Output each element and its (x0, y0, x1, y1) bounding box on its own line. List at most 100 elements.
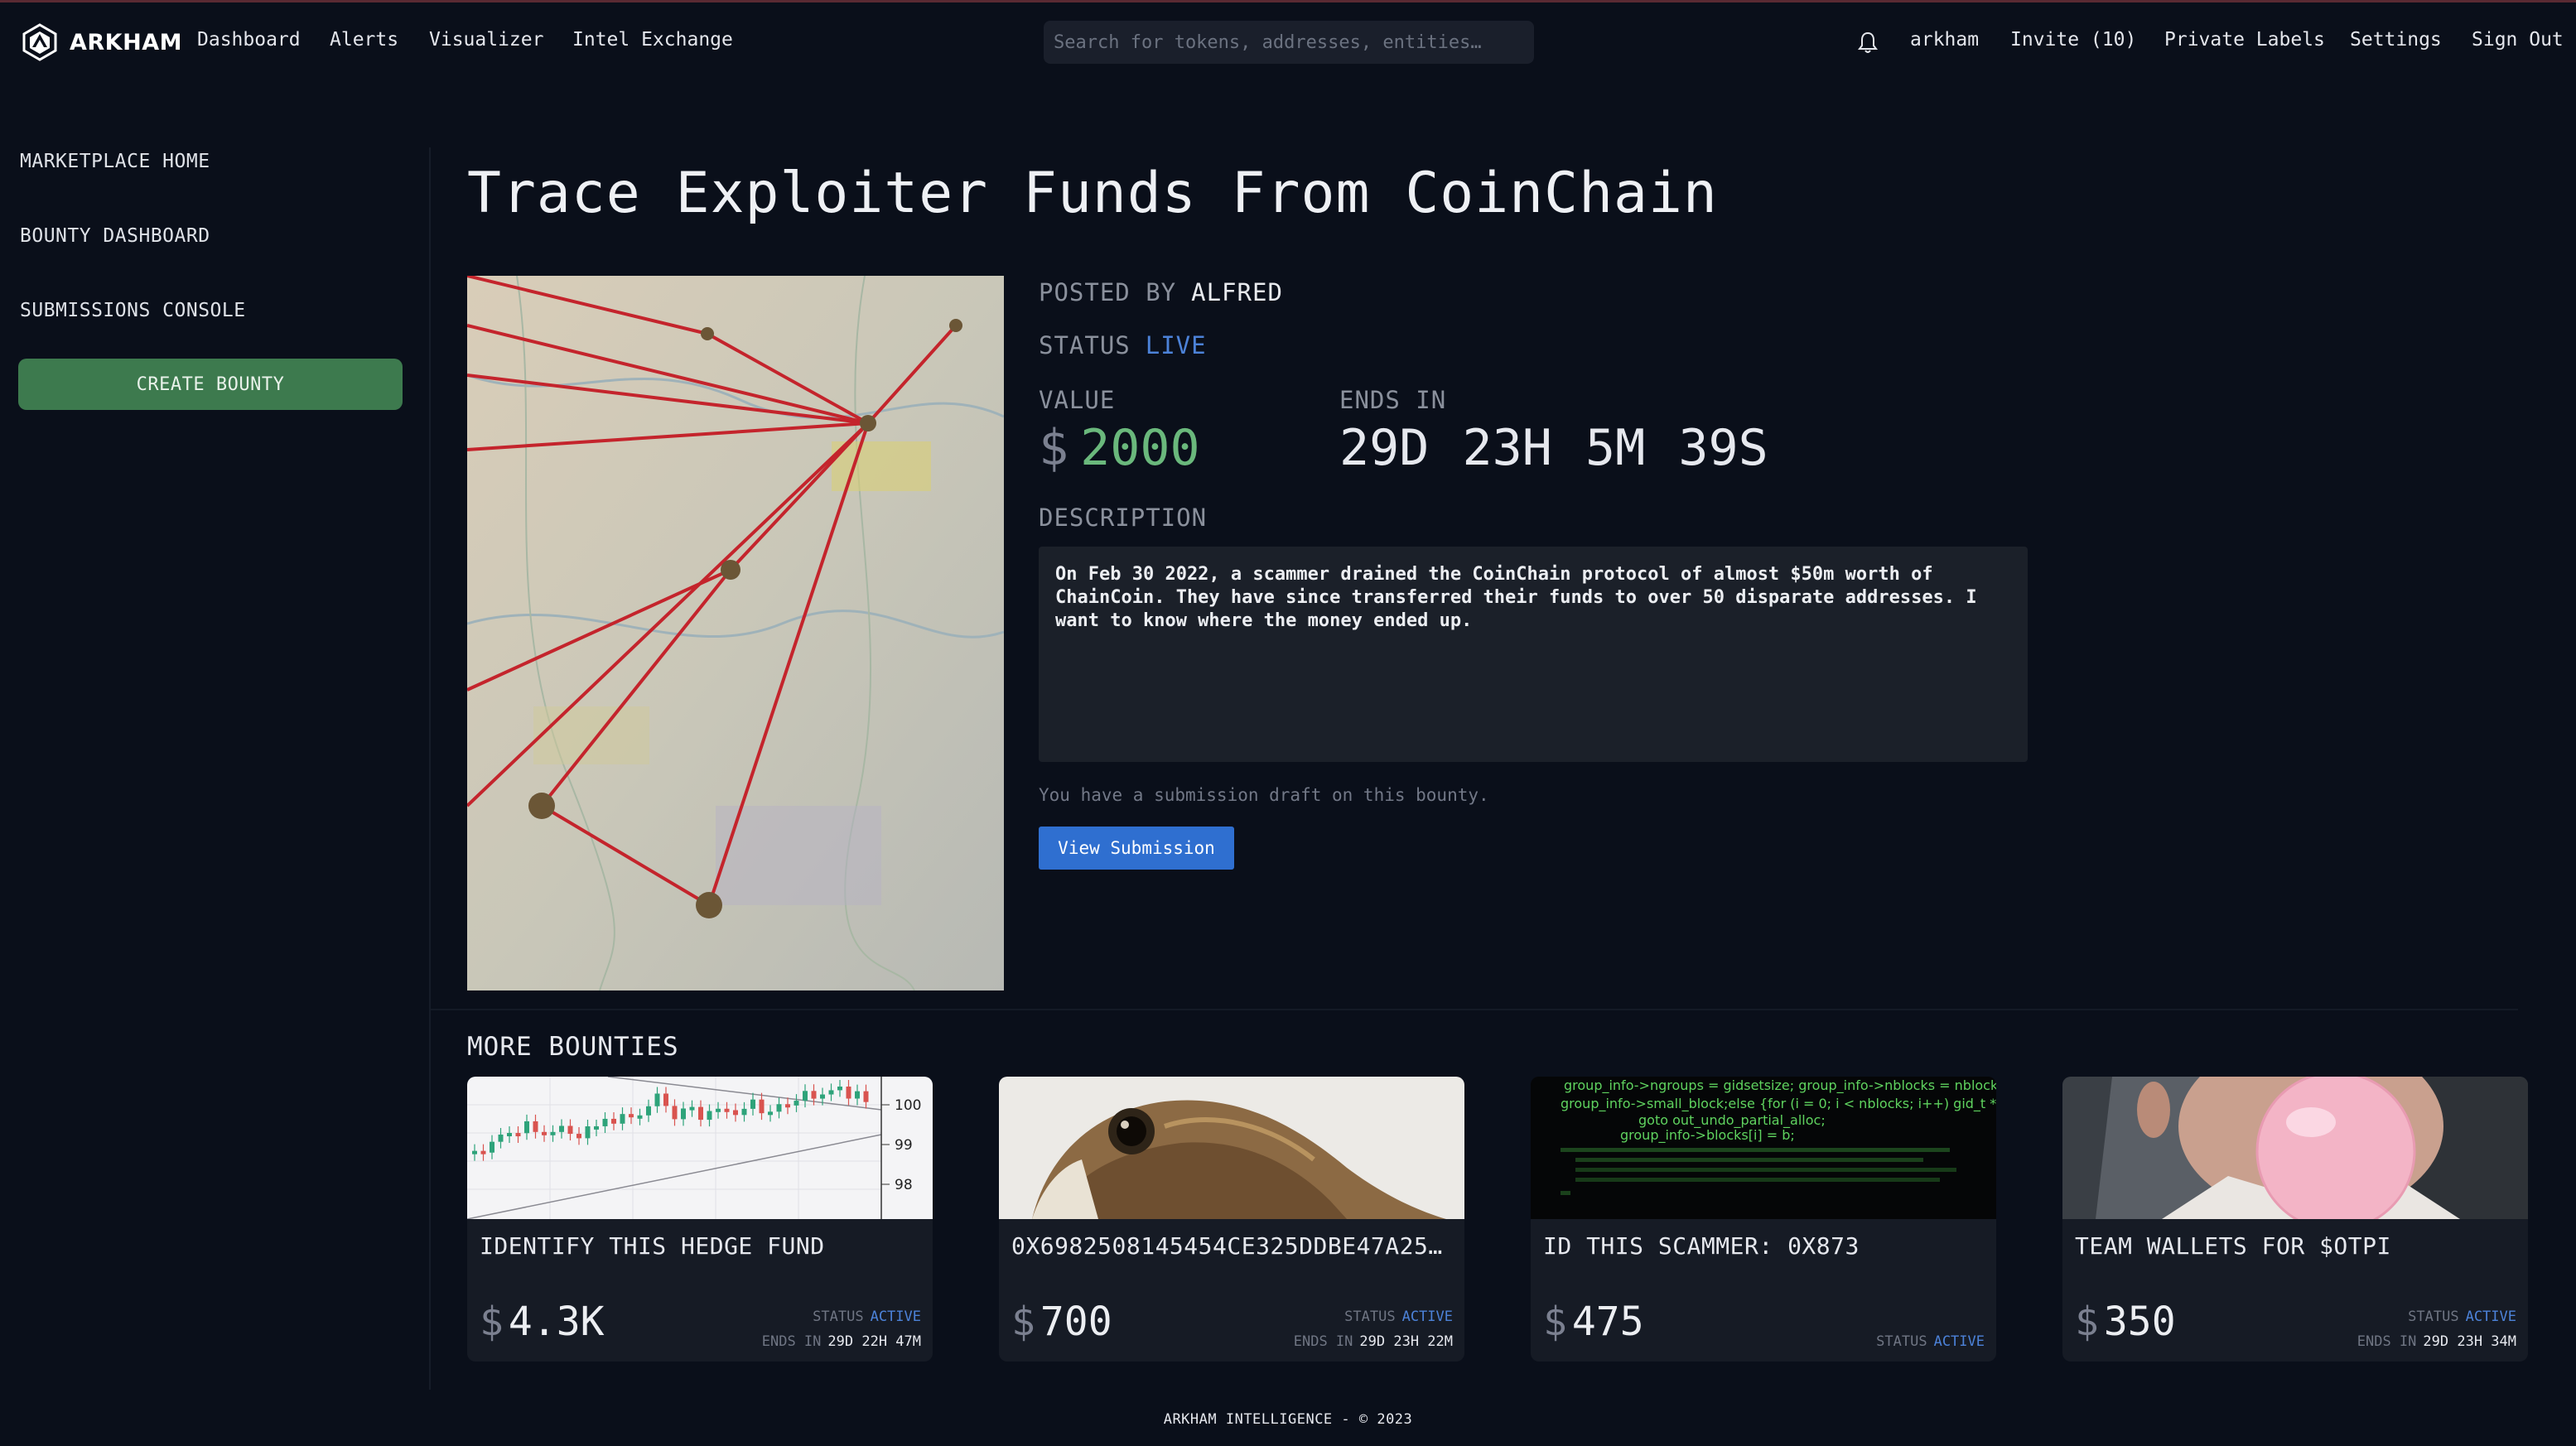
candle-body (820, 1094, 825, 1099)
candle-body (724, 1108, 730, 1112)
chart-tick-98: 98 (895, 1177, 913, 1193)
candle-body (550, 1131, 556, 1135)
brand-name: ARKHAM (70, 29, 182, 55)
bounty-value: $2000 (1039, 419, 1200, 477)
candle-body (689, 1106, 695, 1111)
card-ends-value: 29D 22H 47M (827, 1333, 921, 1350)
candle-body (681, 1108, 686, 1120)
card-status: STATUS ACTIVE (1344, 1309, 1453, 1325)
footer-copyright: ARKHAM INTELLIGENCE - © 2023 (1163, 1411, 1413, 1428)
bounty-card-hedge-fund[interactable]: 100 99 98 IDENTIFY THIS HEDGE FUND $4.3K… (467, 1077, 933, 1362)
card-value: 475 (1571, 1299, 1644, 1345)
candle-body (707, 1111, 712, 1121)
nav-visualizer[interactable]: Visualizer (429, 29, 543, 51)
view-submission-button[interactable]: View Submission (1039, 827, 1234, 870)
card-status: STATUS ACTIVE (1876, 1333, 1985, 1350)
nav-settings[interactable]: Settings (2350, 29, 2442, 51)
candle-body (507, 1133, 512, 1137)
candle-body (654, 1093, 660, 1106)
nav-alerts[interactable]: Alerts (330, 29, 398, 51)
nav-sign-out[interactable]: Sign Out (2472, 29, 2564, 51)
candle-body (542, 1131, 547, 1135)
candle-body (576, 1134, 581, 1139)
card-ends: ENDS IN 29D 23H 34M (2357, 1333, 2516, 1350)
bell-icon[interactable] (1857, 30, 1879, 55)
candle-body (846, 1087, 851, 1099)
countdown-timer: 29D 23H 5M 39S (1339, 419, 1768, 477)
bounty-card-address[interactable]: 0X6982508145454CE325DDBE47A25D… $700 STA… (999, 1077, 1464, 1362)
card-ends-value: 29D 23H 22M (1359, 1333, 1453, 1350)
ends-in-label: ENDS IN (1339, 386, 1447, 414)
code-line-2: group_info->small_block;else {for (i = 0… (1561, 1096, 1996, 1112)
candle-body (637, 1115, 643, 1119)
posted-by-user[interactable]: ALFRED (1191, 278, 1283, 306)
card-currency: $ (2075, 1299, 2099, 1345)
card-title: TEAM WALLETS FOR $OTPI (2075, 1232, 2391, 1260)
candle-body (611, 1118, 616, 1124)
card-price: $700 (1011, 1299, 1112, 1345)
candle-body (567, 1125, 573, 1135)
candle-body (733, 1110, 738, 1116)
sidebar-item-marketplace-home[interactable]: MARKETPLACE HOME (20, 151, 210, 172)
candle-body (698, 1106, 703, 1121)
card-title: IDENTIFY THIS HEDGE FUND (480, 1232, 825, 1260)
candle-body (602, 1118, 608, 1126)
search-input[interactable] (1044, 21, 1534, 64)
code-line-3: goto out_undo_partial_alloc; (1638, 1112, 1826, 1129)
card-status-label: STATUS (813, 1309, 864, 1325)
nav-intel-exchange[interactable]: Intel Exchange (572, 29, 733, 51)
nav-private-labels[interactable]: Private Labels (2164, 29, 2325, 51)
sidebar-item-submissions-console[interactable]: SUBMISSIONS CONSOLE (20, 300, 246, 321)
candle-body (663, 1093, 668, 1106)
card-currency: $ (1011, 1299, 1035, 1345)
bounty-card-scammer[interactable]: group_info->ngroups = gidsetsize; group_… (1531, 1077, 1996, 1362)
arkham-logo-icon (22, 23, 57, 61)
candle-body (837, 1087, 842, 1091)
candle-body (646, 1106, 651, 1116)
candle-body (811, 1091, 817, 1099)
card-title: ID THIS SCAMMER: 0X873 (1543, 1232, 1860, 1260)
card-status-badge: ACTIVE (870, 1309, 921, 1325)
top-nav: ARKHAM Dashboard Alerts Visualizer Intel… (0, 2, 2576, 82)
card-status-badge: ACTIVE (1401, 1309, 1453, 1325)
candle-body (741, 1108, 747, 1116)
chart-tick-99: 99 (895, 1137, 913, 1154)
brand-logo[interactable]: ARKHAM (20, 22, 182, 62)
card-ends-value: 29D 23H 34M (2423, 1333, 2516, 1350)
candle-body (629, 1114, 634, 1118)
candle-body (828, 1090, 834, 1095)
sidebar-item-bounty-dashboard[interactable]: BOUNTY DASHBOARD (20, 225, 210, 247)
card-thumbnail-frog (999, 1077, 1464, 1219)
card-thumbnail-code: group_info->ngroups = gidsetsize; group_… (1531, 1077, 1996, 1219)
create-bounty-button[interactable]: CREATE BOUNTY (18, 359, 403, 410)
candle-body (472, 1150, 477, 1154)
card-thumbnail-bubblegum-portrait (2062, 1077, 2528, 1219)
code-line-4: group_info->blocks[i] = b; (1620, 1127, 1795, 1144)
nav-user-arkham[interactable]: arkham (1910, 29, 1979, 51)
value-label: VALUE (1039, 386, 1116, 414)
nav-dashboard[interactable]: Dashboard (197, 29, 301, 51)
candle-body (585, 1125, 591, 1139)
candle-body (863, 1091, 869, 1102)
card-status-label: STATUS (1876, 1333, 1927, 1350)
nav-invite[interactable]: Invite (10) (2010, 29, 2136, 51)
page-title: Trace Exploiter Funds From CoinChain (467, 161, 1718, 226)
candle-body (759, 1099, 765, 1114)
card-value: 4.3K (508, 1299, 605, 1345)
sidebar-divider (429, 147, 431, 1390)
card-title: 0X6982508145454CE325DDBE47A25D… (1011, 1232, 1455, 1260)
code-line-1: group_info->ngroups = gidsetsize; group_… (1564, 1077, 1996, 1094)
bounty-hero-image (467, 276, 1004, 991)
card-status-badge: ACTIVE (2465, 1309, 2516, 1325)
card-ends-label: ENDS IN (761, 1333, 822, 1350)
bounty-card-team-wallets[interactable]: TEAM WALLETS FOR $OTPI $350 STATUS ACTIVE… (2062, 1077, 2528, 1362)
candle-body (620, 1114, 625, 1124)
more-bounties-title: MORE BOUNTIES (467, 1032, 679, 1062)
card-price: $475 (1543, 1299, 1644, 1345)
candle-body (785, 1104, 790, 1108)
description-text: On Feb 30 2022, a scammer drained the Co… (1039, 547, 2028, 762)
search-box (1044, 21, 1534, 64)
status-label: STATUS (1039, 331, 1131, 359)
section-divider (431, 1009, 2518, 1010)
candle-body (794, 1101, 799, 1106)
